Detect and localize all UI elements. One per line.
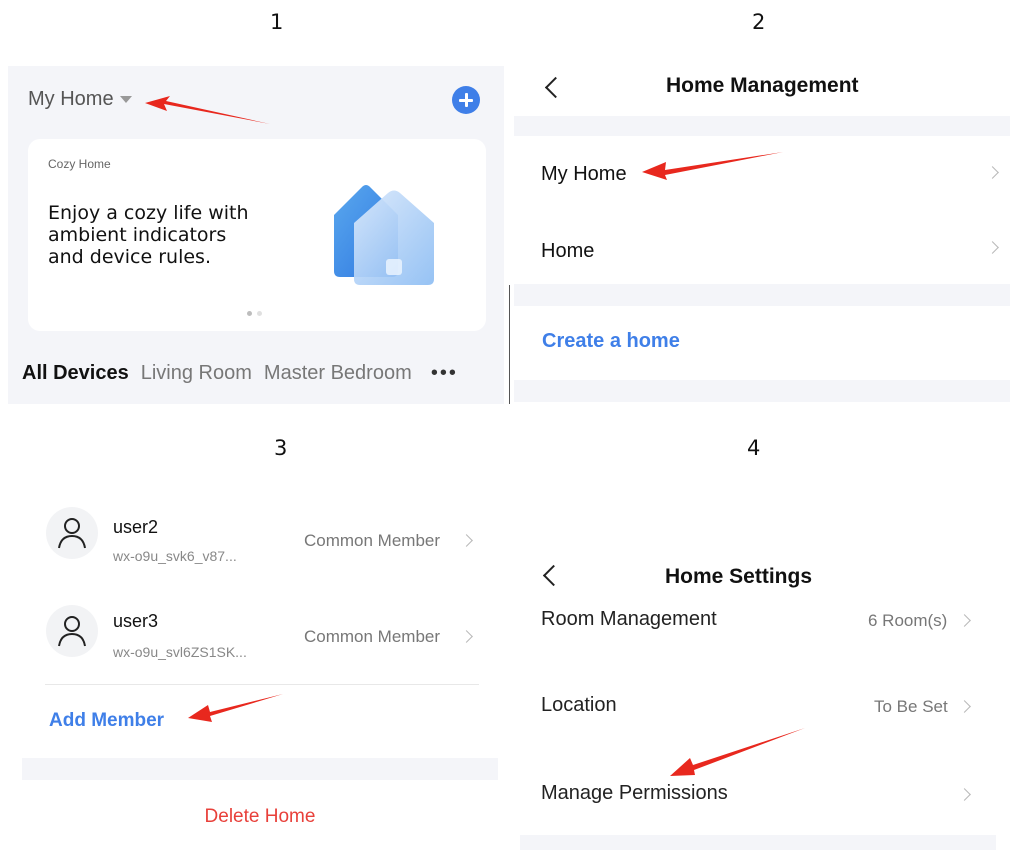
- member-id: wx-o9u_svk6_v87...: [113, 548, 237, 564]
- more-dots-icon[interactable]: •••: [431, 362, 458, 385]
- settings-row-label: Room Management: [541, 608, 717, 630]
- section-divider: [22, 758, 498, 780]
- settings-row-room-management[interactable]: Room Management 6 Room(s): [520, 606, 996, 646]
- settings-row-manage-permissions[interactable]: Manage Permissions: [520, 780, 996, 820]
- section-divider: [514, 380, 1010, 402]
- member-row[interactable]: user3 wx-o9u_svl6ZS1SK... Common Member: [22, 596, 498, 686]
- list-divider: [45, 684, 479, 685]
- user-icon: [58, 518, 86, 549]
- banner-headline: Enjoy a cozy life with ambient indicator…: [48, 202, 249, 268]
- tab-living-room[interactable]: Living Room: [141, 362, 252, 385]
- panel-3-members: user2 wx-o9u_svk6_v87... Common Member u…: [22, 498, 498, 850]
- back-arrow-icon[interactable]: [542, 564, 565, 587]
- chevron-right-icon: [460, 630, 473, 643]
- member-role: Common Member: [304, 627, 441, 646]
- add-member-button[interactable]: Add Member: [49, 710, 164, 732]
- chevron-right-icon: [958, 700, 971, 713]
- panel-number-1: 1: [270, 10, 284, 34]
- settings-row-value: To Be Set: [874, 697, 948, 716]
- delete-home-button[interactable]: Delete Home: [22, 806, 498, 828]
- back-arrow-icon[interactable]: [544, 76, 567, 99]
- chevron-right-icon: [986, 241, 999, 254]
- room-tabs: All Devices Living Room Master Bedroom •…: [22, 360, 458, 386]
- settings-row-label: Location: [541, 694, 617, 716]
- banner-card[interactable]: Cozy Home Enjoy a cozy life with ambient…: [28, 139, 486, 331]
- home-row-home[interactable]: Home: [514, 210, 1010, 284]
- create-home-button[interactable]: Create a home: [542, 330, 680, 353]
- banner-label: Cozy Home: [48, 157, 111, 171]
- section-divider: [520, 835, 996, 850]
- chevron-right-icon: [986, 166, 999, 179]
- chevron-right-icon: [958, 614, 971, 627]
- chevron-right-icon: [958, 788, 971, 801]
- plus-circle-icon[interactable]: [452, 86, 480, 114]
- home-row-label: Home: [541, 240, 595, 262]
- section-divider: [514, 116, 1010, 136]
- settings-row-location[interactable]: Location To Be Set: [520, 692, 996, 732]
- member-id: wx-o9u_svl6ZS1SK...: [113, 644, 247, 660]
- carousel-dot-active: [247, 311, 252, 316]
- section-divider: [514, 284, 1010, 306]
- panel-number-3: 3: [274, 436, 288, 460]
- settings-row-value: 6 Room(s): [868, 611, 948, 630]
- avatar: [46, 605, 98, 657]
- panel-4-home-settings: Home Settings Room Management 6 Room(s) …: [520, 540, 996, 850]
- caret-down-icon: [119, 95, 132, 103]
- settings-row-label: Manage Permissions: [541, 782, 728, 804]
- page-title: Home Settings: [665, 565, 813, 588]
- home-row-label: My Home: [541, 163, 627, 185]
- home-row-my-home[interactable]: My Home: [514, 136, 1010, 210]
- home-selector[interactable]: My Home: [28, 86, 132, 112]
- house-illustration-icon: [334, 185, 434, 285]
- user-icon: [58, 616, 86, 647]
- panel-2-home-management: Home Management My Home Home Create a ho…: [514, 54, 1010, 402]
- member-name: user3: [113, 611, 159, 631]
- tab-all-devices[interactable]: All Devices: [22, 362, 129, 385]
- tab-master-bedroom[interactable]: Master Bedroom: [264, 362, 421, 385]
- member-row[interactable]: user2 wx-o9u_svk6_v87... Common Member: [22, 498, 498, 588]
- chevron-right-icon: [460, 534, 473, 547]
- avatar: [46, 507, 98, 559]
- page-title: Home Management: [666, 74, 859, 97]
- panel-1-home-screen: My Home Cozy Home Enjoy a cozy life with…: [8, 66, 504, 404]
- member-role: Common Member: [304, 531, 441, 550]
- member-name: user2: [113, 517, 159, 537]
- panel-separator: [509, 285, 510, 404]
- panel-number-4: 4: [747, 436, 761, 460]
- home-selector-label: My Home: [28, 87, 114, 110]
- carousel-dot: [257, 311, 262, 316]
- panel-number-2: 2: [752, 10, 766, 34]
